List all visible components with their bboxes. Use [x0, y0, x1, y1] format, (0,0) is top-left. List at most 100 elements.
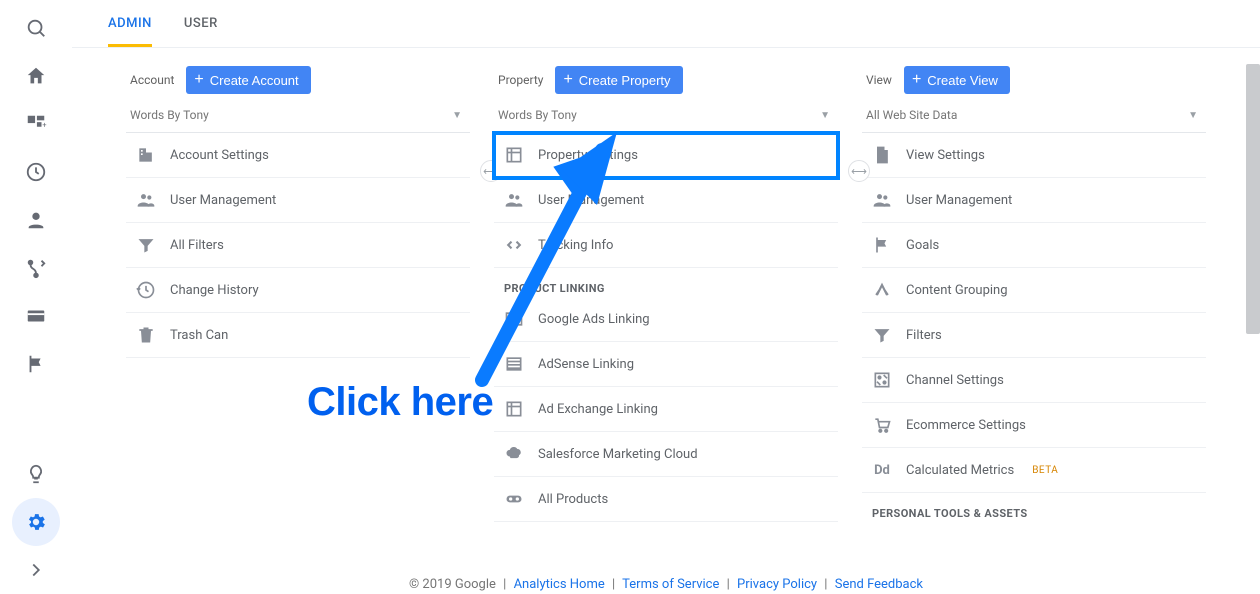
- plus-icon: +: [563, 72, 572, 88]
- property-selector[interactable]: Words By Tony ▼: [494, 102, 838, 133]
- flag-icon: [872, 235, 892, 255]
- item-label: Ad Exchange Linking: [538, 402, 658, 417]
- item-label: Goals: [906, 238, 939, 253]
- plus-icon: +: [194, 72, 203, 88]
- property-label: Property: [498, 73, 543, 87]
- dashboard-icon[interactable]: +: [12, 100, 60, 148]
- item-label: All Filters: [170, 238, 224, 253]
- calculated-metrics-item[interactable]: DdCalculated MetricsBETA: [862, 448, 1206, 493]
- salesforce-icon: [504, 444, 524, 464]
- ad-exchange-linking-item[interactable]: Ad Exchange Linking: [494, 387, 838, 432]
- home-icon[interactable]: [12, 52, 60, 100]
- code-icon: [504, 235, 524, 255]
- trash-can-item[interactable]: Trash Can: [126, 313, 470, 358]
- beta-badge: BETA: [1032, 465, 1058, 476]
- item-label: Property Settings: [538, 148, 638, 163]
- view-label: View: [866, 73, 892, 87]
- property-column: ⟷ Property +Create Property Words By Ton…: [494, 66, 838, 594]
- adsense-linking-item[interactable]: AdSense Linking: [494, 342, 838, 387]
- change-history-item[interactable]: Change History: [126, 268, 470, 313]
- item-label: AdSense Linking: [538, 357, 634, 372]
- create-property-label: Create Property: [579, 73, 671, 88]
- view-selector[interactable]: All Web Site Data ▼: [862, 102, 1206, 133]
- item-label: Filters: [906, 328, 942, 343]
- cart-icon: [872, 415, 892, 435]
- item-label: Account Settings: [170, 148, 269, 163]
- item-label: User Management: [538, 193, 644, 208]
- account-selector-value: Words By Tony: [130, 108, 209, 122]
- ecommerce-settings-item[interactable]: Ecommerce Settings: [862, 403, 1206, 448]
- conversion-icon[interactable]: [12, 244, 60, 292]
- property-selector-value: Words By Tony: [498, 108, 577, 122]
- user-management-item[interactable]: User Management: [862, 178, 1206, 223]
- footer-link-analytics-home[interactable]: Analytics Home: [514, 577, 605, 592]
- item-label: User Management: [170, 193, 276, 208]
- filters-item[interactable]: Filters: [862, 313, 1206, 358]
- tabs: ADMIN USER: [72, 0, 1260, 48]
- tracking-info-item[interactable]: Tracking Info: [494, 223, 838, 268]
- trash-icon: [136, 325, 156, 345]
- all-products-item[interactable]: All Products: [494, 477, 838, 522]
- item-label: Channel Settings: [906, 373, 1004, 388]
- item-label: Content Grouping: [906, 283, 1008, 298]
- filter-icon: [136, 235, 156, 255]
- svg-text:+: +: [42, 121, 46, 130]
- footer: © 2019 Google | Analytics Home | Terms o…: [72, 571, 1260, 592]
- view-selector-value: All Web Site Data: [866, 108, 957, 122]
- item-label: Google Ads Linking: [538, 312, 650, 327]
- history-icon: [136, 280, 156, 300]
- search-icon[interactable]: [12, 4, 60, 52]
- user-management-item[interactable]: User Management: [126, 178, 470, 223]
- create-view-label: Create View: [927, 73, 998, 88]
- collapse-icon[interactable]: [12, 546, 60, 594]
- ads-icon: [504, 309, 524, 329]
- flag-icon[interactable]: [12, 340, 60, 388]
- collapse-pill-icon[interactable]: ⟷: [848, 160, 870, 182]
- google-ads-linking-item[interactable]: Google Ads Linking: [494, 297, 838, 342]
- create-account-button[interactable]: +Create Account: [186, 66, 310, 94]
- property-settings-item[interactable]: Property Settings: [494, 133, 838, 178]
- create-property-button[interactable]: + Create Property: [555, 66, 682, 94]
- people-icon: [872, 190, 892, 210]
- content-grouping-item[interactable]: Content Grouping: [862, 268, 1206, 313]
- tab-user[interactable]: USER: [184, 0, 218, 47]
- caret-down-icon: ▼: [452, 110, 462, 121]
- adexchange-icon: [504, 399, 524, 419]
- account-selector[interactable]: Words By Tony ▼: [126, 102, 470, 133]
- account-settings-item[interactable]: Account Settings: [126, 133, 470, 178]
- group-icon: [872, 280, 892, 300]
- adsense-icon: [504, 354, 524, 374]
- tab-admin[interactable]: ADMIN: [108, 0, 152, 47]
- item-label: All Products: [538, 492, 608, 507]
- link-icon: [504, 489, 524, 509]
- goals-item[interactable]: Goals: [862, 223, 1206, 268]
- item-label: Salesforce Marketing Cloud: [538, 447, 698, 462]
- personal-tools-heading: PERSONAL TOOLS & ASSETS: [862, 493, 1206, 522]
- people-icon: [136, 190, 156, 210]
- filter-icon: [872, 325, 892, 345]
- footer-link-terms[interactable]: Terms of Service: [622, 577, 719, 592]
- item-label: Change History: [170, 283, 259, 298]
- footer-link-feedback[interactable]: Send Feedback: [835, 577, 923, 592]
- left-nav: +: [0, 0, 72, 594]
- discover-icon[interactable]: [12, 450, 60, 498]
- salesforce-linking-item[interactable]: Salesforce Marketing Cloud: [494, 432, 838, 477]
- scrollbar[interactable]: [1246, 64, 1260, 334]
- create-view-button[interactable]: +Create View: [904, 66, 1010, 94]
- item-label: View Settings: [906, 148, 985, 163]
- footer-link-privacy[interactable]: Privacy Policy: [737, 577, 817, 592]
- clock-icon[interactable]: [12, 148, 60, 196]
- all-filters-item[interactable]: All Filters: [126, 223, 470, 268]
- channel-settings-item[interactable]: Channel Settings: [862, 358, 1206, 403]
- card-icon[interactable]: [12, 292, 60, 340]
- admin-icon[interactable]: [12, 498, 60, 546]
- columns: Account +Create Account Words By Tony ▼ …: [72, 48, 1260, 594]
- view-settings-item[interactable]: View Settings: [862, 133, 1206, 178]
- person-icon[interactable]: [12, 196, 60, 244]
- item-label: Trash Can: [170, 328, 228, 343]
- caret-down-icon: ▼: [820, 110, 830, 121]
- user-management-item[interactable]: User Management: [494, 178, 838, 223]
- dd-icon: Dd: [872, 460, 892, 480]
- building-icon: [136, 145, 156, 165]
- caret-down-icon: ▼: [1188, 110, 1198, 121]
